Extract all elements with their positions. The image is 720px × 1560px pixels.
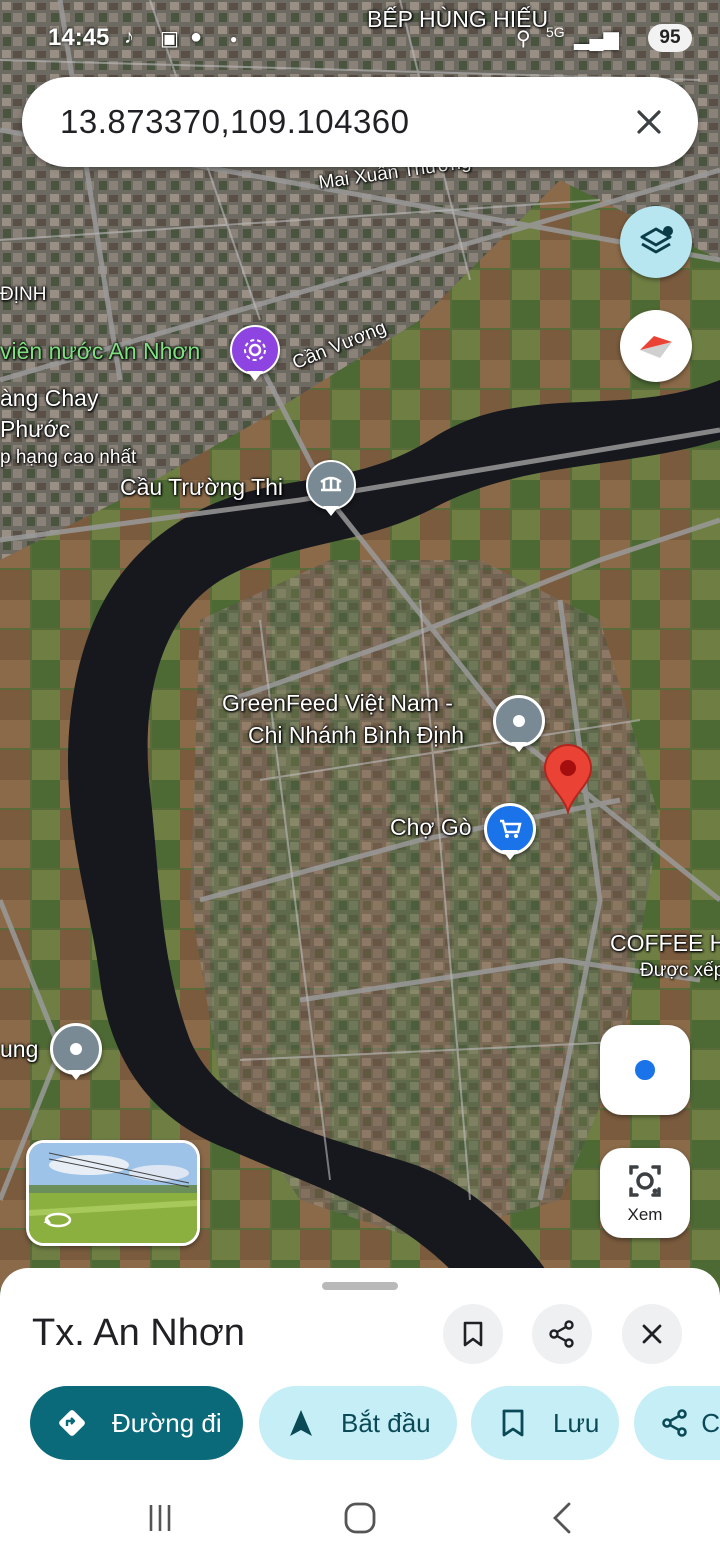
map-label-duoc-xep: Được xếp xyxy=(640,960,720,981)
directions-icon xyxy=(54,1405,90,1441)
360-rotate-icon xyxy=(44,1212,72,1228)
bookmark-button[interactable] xyxy=(443,1304,503,1364)
place-pin-left-icon[interactable] xyxy=(50,1023,102,1075)
close-icon xyxy=(642,1324,662,1344)
signal-strength-icon: ▂▄▆ xyxy=(574,28,619,50)
my-location-icon xyxy=(633,1058,657,1082)
my-location-button[interactable] xyxy=(600,1025,690,1115)
start-navigation-button[interactable]: Bắt đầu xyxy=(259,1386,457,1460)
close-icon xyxy=(637,110,661,134)
bookmark-icon xyxy=(495,1405,531,1441)
compass-icon xyxy=(640,336,672,358)
map-label-greenfeed-1[interactable]: GreenFeed Việt Nam - xyxy=(222,690,453,717)
market-pin-icon[interactable] xyxy=(484,803,536,855)
bookmark-icon xyxy=(463,1321,483,1347)
map-label-ang-chay[interactable]: àng Chay xyxy=(0,385,98,412)
message-notification-icon: ▣ xyxy=(160,28,179,50)
back-button[interactable] xyxy=(542,1498,582,1538)
tiktok-notification-icon: ♪ xyxy=(124,26,134,48)
lens-view-label: Xem xyxy=(627,1205,663,1224)
close-sheet-button[interactable] xyxy=(622,1304,682,1364)
map-label-ung[interactable]: ung xyxy=(0,1036,38,1063)
share-chip-label: C xyxy=(701,1407,720,1438)
map-label-dinh: ĐỊNH xyxy=(0,284,47,305)
map-label-phuoc[interactable]: Phước xyxy=(0,416,70,443)
battery-indicator: 95 xyxy=(648,24,692,52)
layers-icon xyxy=(640,226,673,254)
navigation-arrow-icon xyxy=(283,1405,319,1441)
map-label-cho-go[interactable]: Chợ Gò xyxy=(390,814,472,841)
save-label: Lưu xyxy=(553,1407,600,1438)
start-label: Bắt đầu xyxy=(341,1407,431,1438)
clear-search-button[interactable] xyxy=(624,97,674,147)
map-label-greenfeed-2[interactable]: Chi Nhánh Bình Định xyxy=(248,722,464,749)
map-label-vien-nuoc[interactable]: viên nước An Nhơn xyxy=(0,338,200,365)
back-icon xyxy=(553,1502,571,1534)
directions-button[interactable]: Đường đi xyxy=(30,1386,243,1460)
camera-lens-icon xyxy=(629,1165,661,1197)
bank-notification-icon: ● xyxy=(190,26,203,48)
map-label-cau-truong-thi[interactable]: Cầu Trường Thi xyxy=(120,474,283,501)
location-status-icon: ⚲ xyxy=(516,28,531,50)
sheet-drag-handle[interactable] xyxy=(322,1282,398,1290)
layers-button[interactable] xyxy=(620,206,692,278)
search-query-text[interactable]: 13.873370,109.104360 xyxy=(60,103,410,141)
search-bar[interactable]: 13.873370,109.104360 xyxy=(22,77,698,167)
save-button[interactable]: Lưu xyxy=(471,1386,619,1460)
share-icon xyxy=(549,1320,574,1348)
directions-label: Đường đi xyxy=(112,1407,222,1438)
map-label-xep-hang: p hạng cao nhất xyxy=(0,447,137,468)
share-chip-button[interactable]: C xyxy=(634,1386,720,1460)
recent-apps-icon xyxy=(149,1505,171,1531)
lens-view-button[interactable]: Xem xyxy=(600,1148,690,1238)
water-utility-pin-icon[interactable] xyxy=(230,325,280,375)
home-button[interactable] xyxy=(340,1498,380,1538)
network-type-label: 5G xyxy=(546,24,565,40)
dot-notification-icon: ● xyxy=(230,32,238,46)
system-navigation-bar xyxy=(0,1470,720,1560)
map-label-coffee[interactable]: COFFEE H xyxy=(610,930,720,957)
share-icon xyxy=(658,1405,691,1441)
dropped-pin-icon[interactable] xyxy=(543,744,593,814)
compass-button[interactable] xyxy=(620,310,692,382)
bridge-pin-icon[interactable] xyxy=(306,460,356,510)
street-view-thumbnail[interactable] xyxy=(26,1140,200,1246)
status-time: 14:45 xyxy=(48,24,110,51)
home-icon xyxy=(344,1502,376,1534)
status-bar: 14:45 ♪ ▣ ● ● ⚲ 5G ▂▄▆ 95 xyxy=(0,0,720,70)
place-pin-icon[interactable] xyxy=(493,695,545,747)
recent-apps-button[interactable] xyxy=(140,1498,180,1538)
place-title: Tx. An Nhơn xyxy=(32,1312,245,1354)
share-button[interactable] xyxy=(532,1304,592,1364)
